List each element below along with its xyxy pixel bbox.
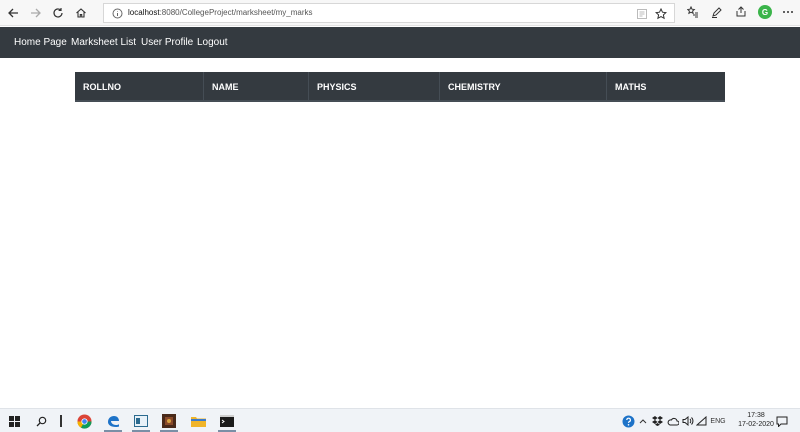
chrome-icon xyxy=(76,413,92,429)
taskbar-app-edge[interactable] xyxy=(101,412,125,432)
profile-initial: G xyxy=(761,7,769,17)
language-indicator[interactable]: ENG xyxy=(709,412,727,430)
dropbox-icon xyxy=(652,416,663,426)
column-header-label: MATHS xyxy=(615,82,647,92)
more-dots-icon xyxy=(783,11,793,13)
marks-table-header: ROLLNO NAME PHYSICS CHEMISTRY MATHS xyxy=(75,72,725,102)
folder-icon xyxy=(190,417,206,427)
home-icon xyxy=(76,8,86,18)
terminal-icon xyxy=(220,415,234,427)
back-arrow-icon xyxy=(8,8,18,18)
reading-view-icon[interactable] xyxy=(636,8,648,20)
info-icon[interactable] xyxy=(112,8,123,19)
search-icon xyxy=(36,416,46,426)
edge-icon xyxy=(108,416,119,427)
clock-date: 17-02-2020 xyxy=(738,421,774,428)
url-host: localhost xyxy=(128,8,160,17)
taskbar-app-game[interactable] xyxy=(157,412,181,432)
browser-toolbar: localhost:8080/CollegeProject/marksheet/… xyxy=(0,0,800,26)
favorites-list-icon xyxy=(687,6,698,18)
forward-arrow-icon xyxy=(31,8,41,18)
cloud-tray-icon[interactable] xyxy=(666,412,679,430)
url-path: :8080/CollegeProject/marksheet/my_marks xyxy=(159,8,313,17)
notification-icon xyxy=(776,416,788,427)
home-button[interactable] xyxy=(72,4,90,22)
share-button[interactable] xyxy=(734,5,748,19)
dropbox-tray-icon[interactable] xyxy=(651,412,664,430)
column-header-name: NAME xyxy=(204,72,309,100)
profile-avatar[interactable]: G xyxy=(758,5,772,19)
volume-tray-button[interactable] xyxy=(681,412,694,430)
search-button[interactable] xyxy=(33,412,49,430)
column-header-label: ROLLNO xyxy=(83,82,121,92)
refresh-button[interactable] xyxy=(49,4,67,22)
address-bar[interactable]: localhost:8080/CollegeProject/marksheet/… xyxy=(103,3,675,23)
column-header-physics: PHYSICS xyxy=(309,72,440,100)
refresh-icon xyxy=(53,8,63,18)
task-view-button[interactable] xyxy=(56,412,66,430)
windows-logo-icon xyxy=(8,415,20,427)
game-app-icon xyxy=(162,414,176,428)
back-button[interactable] xyxy=(4,4,22,22)
taskbar-app-chrome[interactable] xyxy=(72,412,96,430)
cloud-icon xyxy=(667,417,679,425)
column-header-rollno: ROLLNO xyxy=(75,72,204,100)
clock-time: 17:38 xyxy=(747,412,765,419)
network-tray-button[interactable] xyxy=(695,412,708,430)
system-clock[interactable]: 17:38 17-02-2020 xyxy=(738,411,774,429)
favorites-hub-button[interactable] xyxy=(686,5,700,19)
task-view-icon xyxy=(60,415,62,427)
help-question-icon xyxy=(622,415,634,427)
taskbar-app-terminal[interactable] xyxy=(215,412,239,432)
share-icon xyxy=(736,6,746,17)
settings-more-button[interactable] xyxy=(781,5,795,19)
column-header-label: PHYSICS xyxy=(317,82,357,92)
taskbar-app-file-explorer[interactable] xyxy=(186,412,210,430)
favorite-star-icon[interactable] xyxy=(655,8,667,20)
chevron-up-icon xyxy=(639,419,647,424)
wifi-icon xyxy=(696,416,707,426)
url-text[interactable]: localhost:8080/CollegeProject/marksheet/… xyxy=(128,8,313,17)
help-tray-button[interactable] xyxy=(621,412,635,430)
show-hidden-icons-button[interactable] xyxy=(638,412,648,430)
pen-icon xyxy=(712,7,722,18)
column-header-label: NAME xyxy=(212,82,239,92)
column-header-label: CHEMISTRY xyxy=(448,82,501,92)
column-header-chemistry: CHEMISTRY xyxy=(440,72,607,100)
column-header-maths: MATHS xyxy=(607,72,725,100)
action-center-button[interactable] xyxy=(775,412,789,430)
forward-button[interactable] xyxy=(27,4,45,22)
nav-link-marksheet-list[interactable]: Marksheet List xyxy=(71,37,136,48)
speaker-icon xyxy=(682,416,693,426)
nav-link-home-page[interactable]: Home Page xyxy=(14,37,67,48)
taskbar-app-window[interactable] xyxy=(129,412,153,432)
app-window-icon xyxy=(134,415,148,427)
notes-button[interactable] xyxy=(710,5,724,19)
nav-link-user-profile[interactable]: User Profile xyxy=(141,37,193,48)
start-button[interactable] xyxy=(6,412,22,430)
nav-link-logout[interactable]: Logout xyxy=(197,37,228,48)
os-taskbar: ENG 17:38 17-02-2020 xyxy=(0,408,800,432)
main-navbar: Home Page Marksheet List User Profile Lo… xyxy=(0,27,800,58)
